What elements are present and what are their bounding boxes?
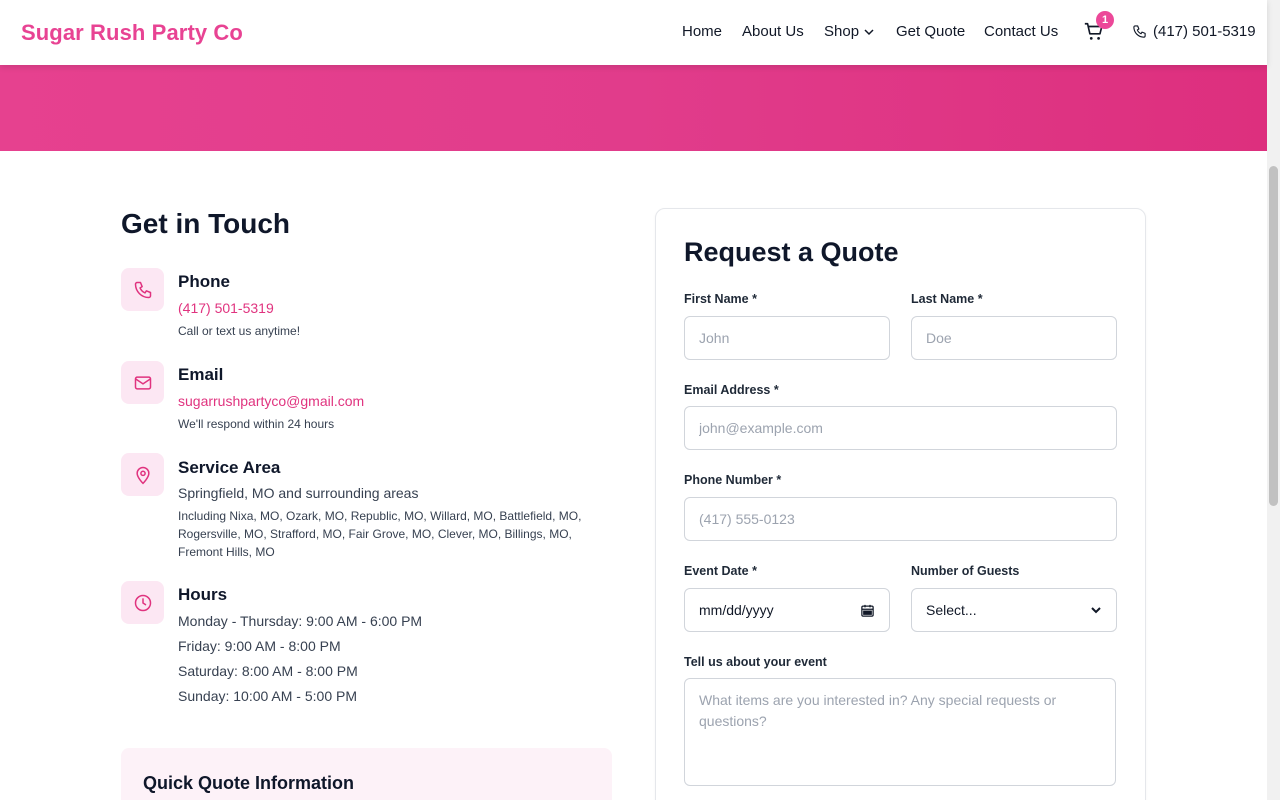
hero-banner xyxy=(0,65,1267,151)
guests-label: Number of Guests xyxy=(911,564,1020,578)
clock-icon xyxy=(134,594,151,611)
email-note: We'll respond within 24 hours xyxy=(178,417,335,431)
clock-icon-tile xyxy=(121,581,164,624)
email-title: Email xyxy=(178,365,224,384)
quote-form-title: Request a Quote xyxy=(684,237,899,267)
phone-icon-tile xyxy=(121,268,164,311)
phone-title: Phone xyxy=(178,272,230,291)
event-date-label: Event Date * xyxy=(684,564,757,578)
service-area-title: Service Area xyxy=(178,458,281,477)
event-details-textarea[interactable] xyxy=(684,678,1116,786)
nav-get-quote[interactable]: Get Quote xyxy=(896,23,965,40)
site-header: Sugar Rush Party Co Home About Us Shop G… xyxy=(0,0,1267,65)
nav-home[interactable]: Home xyxy=(682,23,722,40)
scrollbar-thumb[interactable] xyxy=(1269,166,1278,506)
nav-shop[interactable]: Shop xyxy=(824,23,875,40)
first-name-input[interactable] xyxy=(684,316,890,360)
email-label: Email Address * xyxy=(684,383,779,397)
brand-logo[interactable]: Sugar Rush Party Co xyxy=(21,20,243,46)
last-name-input[interactable] xyxy=(911,316,1117,360)
event-date-input[interactable]: mm/dd/yyyy xyxy=(684,588,890,632)
header-phone-number: (417) 501-5319 xyxy=(1153,23,1256,40)
service-area-details: Including Nixa, MO, Ozark, MO, Republic,… xyxy=(178,509,582,559)
first-name-label: First Name * xyxy=(684,292,757,306)
event-date-value: mm/dd/yyyy xyxy=(699,602,774,618)
phone-label: Phone Number * xyxy=(684,473,782,487)
guests-select-value: Select... xyxy=(926,602,977,618)
header-phone-link[interactable]: (417) 501-5319 xyxy=(1132,23,1256,40)
email-link[interactable]: sugarrushpartyco@gmail.com xyxy=(178,393,364,409)
nav-about-us[interactable]: About Us xyxy=(742,23,804,40)
last-name-label: Last Name * xyxy=(911,292,983,306)
hours-line-sunday: Sunday: 10:00 AM - 5:00 PM xyxy=(178,688,357,704)
phone-link[interactable]: (417) 501-5319 xyxy=(178,300,274,316)
get-in-touch-heading: Get in Touch xyxy=(121,208,291,239)
chevron-down-icon xyxy=(1091,607,1101,614)
service-area-summary: Springfield, MO and surrounding areas xyxy=(178,485,419,501)
email-input[interactable] xyxy=(684,406,1117,450)
phone-icon xyxy=(134,281,151,298)
hours-line-weekdays: Monday - Thursday: 9:00 AM - 6:00 PM xyxy=(178,613,423,629)
mail-icon-tile xyxy=(121,361,164,404)
nav-shop-label: Shop xyxy=(824,23,860,40)
map-pin-icon-tile xyxy=(121,453,164,496)
calendar-icon[interactable] xyxy=(860,603,875,618)
quick-quote-title: Quick Quote Information xyxy=(143,773,355,793)
hours-line-saturday: Saturday: 8:00 AM - 8:00 PM xyxy=(178,663,358,679)
nav-contact-us[interactable]: Contact Us xyxy=(984,23,1058,40)
phone-input[interactable] xyxy=(684,497,1117,541)
cart-count-badge: 1 xyxy=(1096,11,1114,29)
hours-title: Hours xyxy=(178,585,228,604)
map-pin-icon xyxy=(135,466,150,484)
quick-quote-info-box: Quick Quote Information xyxy=(121,748,612,800)
event-details-label: Tell us about your event xyxy=(684,655,827,669)
chevron-down-icon xyxy=(864,29,874,36)
guests-select[interactable]: Select... xyxy=(911,588,1117,632)
mail-icon xyxy=(134,375,151,390)
phone-note: Call or text us anytime! xyxy=(178,324,301,338)
hours-line-friday: Friday: 9:00 AM - 8:00 PM xyxy=(178,638,341,654)
phone-icon xyxy=(1133,25,1146,38)
